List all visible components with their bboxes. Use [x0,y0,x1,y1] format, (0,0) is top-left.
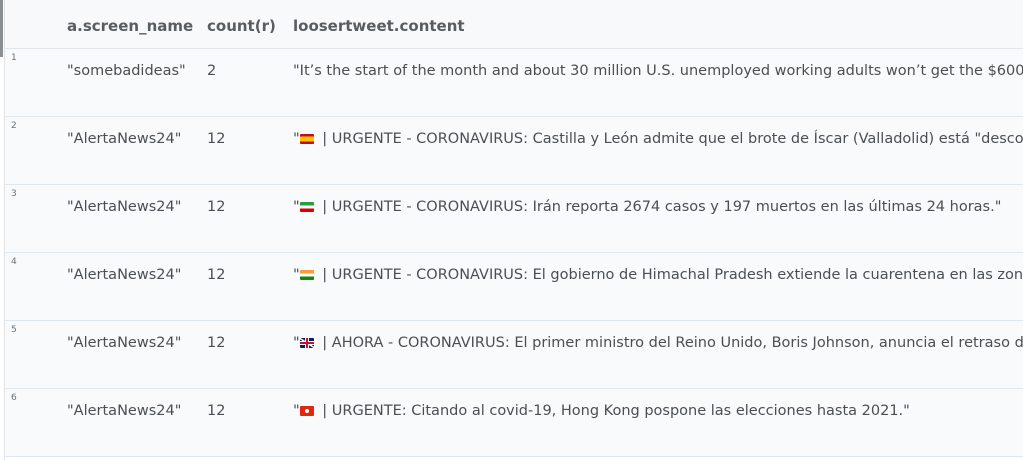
cell-count[interactable]: 12 [207,267,225,283]
row-number: 5 [11,325,17,335]
cell-content[interactable]: " | URGENTE - CORONAVIRUS: Irán reporta … [293,199,1001,215]
cell-screen-name[interactable]: "AlertaNews24" [67,267,181,283]
cell-screen-name[interactable]: "AlertaNews24" [67,131,181,147]
cell-count[interactable]: 12 [207,335,225,351]
table-row[interactable]: 2 "AlertaNews24" 12 " | URGENTE - CORONA… [5,117,1023,185]
flag-india-icon [299,270,314,280]
column-header-content[interactable]: loosertweet.content [293,17,465,35]
cell-screen-name[interactable]: "AlertaNews24" [67,403,181,419]
table-header-row: a.screen_name count(r) loosertweet.conte… [5,0,1023,49]
row-number: 1 [11,53,17,63]
column-header-screen-name[interactable]: a.screen_name [67,17,193,35]
cell-screen-name[interactable]: "somebadideas" [67,63,186,79]
flag-spain-icon [299,134,314,144]
cell-count[interactable]: 12 [207,199,225,215]
cell-count[interactable]: 12 [207,131,225,147]
row-number: 6 [11,393,17,403]
table-row[interactable]: 1 "somebadideas" 2 "It’s the start of th… [5,49,1023,117]
row-number: 4 [11,257,17,267]
cell-screen-name[interactable]: "AlertaNews24" [67,199,181,215]
cell-content-text: | URGENTE - CORONAVIRUS: Castilla y León… [317,131,1023,147]
flag-hong-kong-icon [299,406,314,416]
cell-content[interactable]: " | URGENTE: Citando al covid-19, Hong K… [293,403,910,419]
cell-content[interactable]: " | URGENTE - CORONAVIRUS: Castilla y Le… [293,131,1023,147]
cell-content[interactable]: "It’s the start of the month and about 3… [293,63,1023,79]
cell-content-text: | URGENTE - CORONAVIRUS: El gobierno de … [317,267,1023,283]
row-number: 3 [11,189,17,199]
cell-screen-name[interactable]: "AlertaNews24" [67,335,181,351]
cell-count[interactable]: 2 [207,63,216,79]
flag-iran-icon [299,202,314,212]
table-row[interactable]: 6 "AlertaNews24" 12 " | URGENTE: Citando… [5,389,1023,457]
resize-handle[interactable] [0,0,3,57]
cell-content-text: | URGENTE - CORONAVIRUS: Irán reporta 26… [317,199,1002,215]
results-table-view: a.screen_name count(r) loosertweet.conte… [0,0,1023,460]
table-row[interactable]: 5 "AlertaNews24" 12 " | AHORA - CORONAVI… [5,321,1023,389]
row-number: 2 [11,121,17,131]
column-header-count[interactable]: count(r) [207,17,276,35]
cell-content[interactable]: " | AHORA - CORONAVIRUS: El primer minis… [293,335,1023,351]
cell-count[interactable]: 12 [207,403,225,419]
cell-content-text: | AHORA - CORONAVIRUS: El primer ministr… [317,335,1023,351]
cell-content[interactable]: " | URGENTE - CORONAVIRUS: El gobierno d… [293,267,1023,283]
table-row[interactable]: 3 "AlertaNews24" 12 " | URGENTE - CORONA… [5,185,1023,253]
cell-content-text: | URGENTE: Citando al covid-19, Hong Kon… [317,403,910,419]
table-row[interactable]: 4 "AlertaNews24" 12 " | URGENTE - CORONA… [5,253,1023,321]
results-table: a.screen_name count(r) loosertweet.conte… [5,0,1023,457]
flag-uk-icon [299,338,314,348]
